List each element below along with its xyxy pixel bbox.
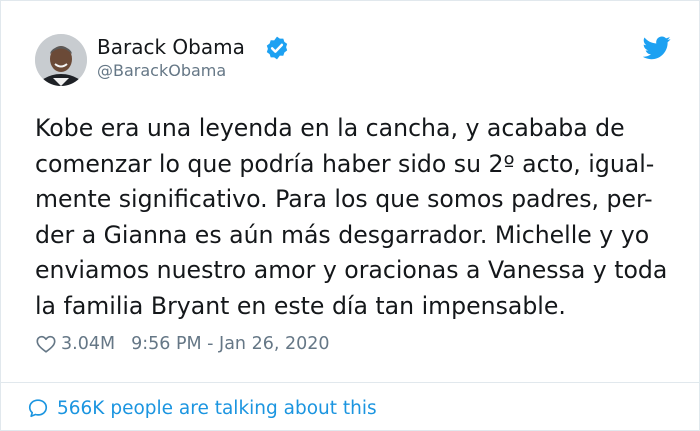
tweet-line: la familia Bryant en este día tan impens…	[35, 291, 566, 320]
tweet-line: comenzar lo que podría haber sido su 2º …	[35, 149, 655, 178]
conversation-text: 566K people are talking about this	[57, 397, 377, 419]
tweet-line: Kobe era una leyenda en la cancha, y aca…	[35, 114, 625, 142]
author-handle[interactable]: @BarackObama	[97, 61, 226, 80]
speech-bubble-icon	[28, 399, 48, 418]
divider	[1, 382, 699, 383]
tweet-meta: 3.04M 9:56 PM - Jan 26, 2020	[35, 331, 330, 357]
tweet-line: enviamos nuestro amor y oracionas a Vane…	[35, 256, 668, 285]
author-name[interactable]: Barack Obama	[97, 35, 245, 59]
tweet-line: mente significativo. Para los que somos …	[35, 185, 653, 214]
tweet-timestamp[interactable]: 9:56 PM - Jan 26, 2020	[131, 334, 329, 354]
tweet-line: der a Gianna es aún más desgarrador. Mic…	[35, 220, 650, 249]
like-count[interactable]: 3.04M	[61, 334, 115, 354]
heart-icon[interactable]	[35, 333, 57, 355]
avatar-photo	[35, 34, 87, 86]
avatar[interactable]	[35, 34, 87, 86]
twitter-bird-icon[interactable]	[643, 36, 671, 60]
verified-badge-icon	[266, 36, 288, 60]
tweet-card: Barack Obama @BarackObama Kobe era una l…	[0, 0, 700, 431]
conversation-link[interactable]: 566K people are talking about this	[27, 395, 377, 421]
tweet-text: Kobe era una leyenda en la cancha, y aca…	[35, 111, 685, 325]
